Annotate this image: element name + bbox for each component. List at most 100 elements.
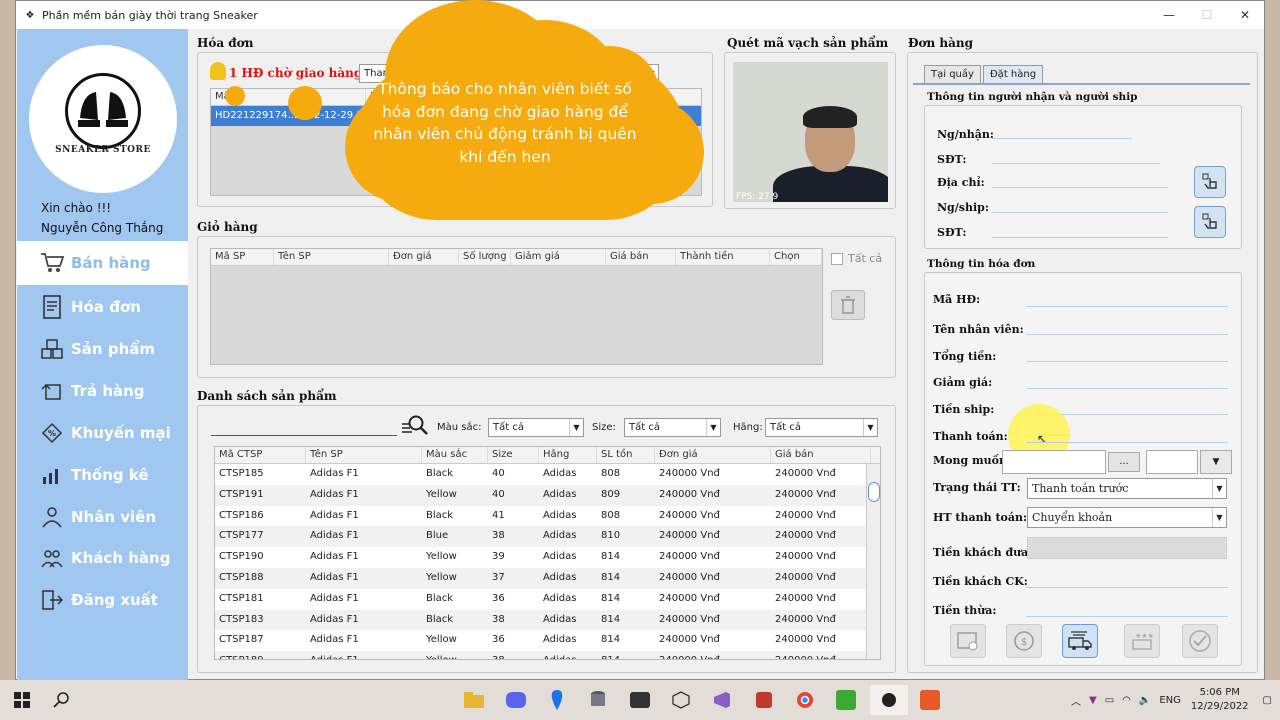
table-row[interactable]: CTSP191 Adidas F1 Yellow 40 Adidas 809 240000 …	[215, 484, 880, 506]
nav-nhan-vien[interactable]: Nhân viên	[17, 495, 188, 539]
table-cell: 240000 Vnđ	[775, 592, 836, 604]
table-cell: 240000 Vnđ	[775, 509, 836, 521]
minimize-button[interactable]: —	[1150, 1, 1188, 29]
col-header[interactable]: Tên SP	[306, 447, 422, 463]
choose-receiver-button[interactable]	[1194, 166, 1226, 198]
nav-label: Sản phẩm	[71, 340, 155, 358]
maximize-button[interactable]: ☐	[1188, 1, 1226, 29]
col-header[interactable]: Giá bán	[771, 447, 871, 463]
database-icon[interactable]	[586, 688, 610, 712]
close-button[interactable]: ✕	[1226, 1, 1264, 29]
chevron-down-icon: ▼	[1212, 479, 1226, 498]
payment-method-combo[interactable]: Chuyển khoản ▼	[1027, 507, 1227, 528]
nav-dang-xuat[interactable]: Đăng xuất	[17, 578, 188, 622]
camtasia-orange-icon[interactable]	[918, 688, 942, 712]
choose-shipper-button[interactable]	[1194, 206, 1226, 238]
tab-tai-quay[interactable]: Tại quầy	[924, 65, 981, 83]
table-row[interactable]: CTSP181 Adidas F1 Black 36 Adidas 814 240000 V…	[215, 589, 880, 610]
table-row[interactable]: CTSP183 Adidas F1 Black 38 Adidas 814 240000 V…	[215, 609, 880, 631]
nav-tra-hang[interactable]: Trả hàng	[17, 369, 188, 413]
file-explorer-icon[interactable]	[462, 688, 486, 712]
terminal-icon[interactable]	[628, 688, 652, 712]
col-header[interactable]: Đơn giá	[655, 447, 771, 463]
table-cell: 240000 Vnđ	[775, 488, 836, 500]
waiting-orders-label[interactable]: 1 HĐ chờ giao hàng	[229, 66, 362, 80]
table-cell: 240000 Vnđ	[659, 509, 720, 521]
volume-icon[interactable]: 🔈	[1139, 695, 1151, 706]
print-invoice-button[interactable]	[950, 624, 986, 658]
delivery-button[interactable]	[1062, 624, 1098, 658]
table-row[interactable]: CTSP185 Adidas F1 Black 40 Adidas 808 240000 V…	[215, 464, 880, 485]
address-field[interactable]	[992, 187, 1168, 188]
table-row[interactable]: CTSP187 Adidas F1 Yellow 36 Adidas 814 240000 …	[215, 630, 880, 651]
discord-icon[interactable]	[504, 688, 528, 712]
chrome-icon[interactable]	[793, 688, 817, 712]
vpn-icon[interactable]: ▼	[1089, 695, 1097, 706]
table-cell: Adidas	[539, 651, 597, 659]
nav-san-pham[interactable]: Sản phẩm	[17, 327, 188, 371]
app-red-icon[interactable]	[752, 688, 776, 712]
wish-date-picker-button[interactable]: ...	[1108, 452, 1140, 472]
table-row[interactable]: CTSP177 Adidas F1 Blue 38 Adidas 810 240000 Vn…	[215, 526, 880, 548]
chevron-down-icon[interactable]: ▼	[1200, 450, 1232, 474]
notification-icon[interactable]: ▢	[1263, 695, 1272, 706]
cube-icon[interactable]	[669, 688, 693, 712]
receiver-name-field[interactable]	[992, 138, 1132, 139]
clock[interactable]: 5:06 PM 12/29/2022	[1191, 686, 1249, 714]
app-icon: ❖	[25, 9, 35, 21]
brand-filter-label: Hãng:	[733, 422, 763, 433]
select-all-checkbox[interactable]: Tất cả	[831, 252, 882, 265]
camtasia-green-icon[interactable]	[834, 688, 858, 712]
confirm-button[interactable]	[1182, 624, 1218, 658]
col-header[interactable]: SL tồn	[597, 447, 655, 463]
table-cell: CTSP185	[219, 468, 264, 479]
receiver-phone-field[interactable]	[992, 163, 1160, 164]
size-filter-combo[interactable]: Tất cả ▼	[624, 418, 721, 437]
table-cell: 814	[601, 551, 621, 563]
search-icon[interactable]	[400, 414, 428, 441]
brand-filter-combo[interactable]: Tất cả ▼	[765, 418, 878, 437]
table-row[interactable]: CTSP186 Adidas F1 Black 41 Adidas 808 240000 V…	[215, 506, 880, 527]
language-indicator[interactable]: ENG	[1159, 695, 1181, 706]
col-header[interactable]: Size	[488, 447, 539, 463]
refresh-button[interactable]: $	[1006, 624, 1042, 658]
col-header[interactable]: Mã CTSP	[215, 447, 306, 463]
table-cell: 40	[492, 488, 505, 500]
battery-icon[interactable]: ▭	[1105, 695, 1114, 706]
cart-title: Giỏ hàng	[197, 220, 258, 234]
table-row[interactable]: CTSP189Adidas F1Yellow38Adidas814240000 …	[215, 651, 880, 659]
payment-status-combo[interactable]: Thanh toán trước ▼	[1027, 478, 1227, 499]
product-table-scrollbar[interactable]	[866, 464, 880, 659]
nav-label: Hóa đơn	[71, 298, 141, 316]
nav-thong-ke[interactable]: Thống kê	[17, 453, 188, 497]
rating-button[interactable]: ★★★	[1124, 624, 1160, 658]
nav-hoa-don[interactable]: Hóa đơn	[17, 285, 188, 329]
nav-khach-hang[interactable]: Khách hàng	[17, 536, 188, 580]
wifi-icon[interactable]: ◠	[1122, 695, 1131, 706]
tab-dat-hang[interactable]: Đặt hàng	[982, 65, 1044, 83]
table-cell: 814	[601, 571, 621, 583]
table-row[interactable]: CTSP188 Adidas F1 Yellow 37 Adidas 814 240000 …	[215, 567, 880, 589]
visual-studio-icon[interactable]	[710, 688, 734, 712]
delete-cart-button[interactable]	[831, 290, 865, 320]
maps-icon[interactable]	[545, 688, 569, 712]
table-row[interactable]: CTSP190 Adidas F1 Yellow 39 Adidas 814 240000 …	[215, 547, 880, 568]
shipper-phone-field[interactable]	[992, 237, 1168, 238]
java-app-icon[interactable]	[870, 685, 908, 715]
cart-icon	[39, 250, 65, 276]
search-icon[interactable]	[50, 688, 74, 712]
shipper-name-field[interactable]	[992, 212, 1168, 213]
color-filter-combo[interactable]: Tất cả ▼	[488, 418, 584, 437]
hand-pointer-icon	[1202, 173, 1217, 189]
product-search-input[interactable]	[211, 435, 397, 436]
col-header[interactable]: Hãng	[539, 447, 597, 463]
windows-start-icon[interactable]	[10, 688, 34, 712]
customer-transfer-field[interactable]	[1026, 587, 1228, 588]
nav-ban-hang[interactable]: Bán hàng	[17, 241, 188, 285]
chevron-up-icon[interactable]: ︿	[1071, 693, 1081, 708]
wish-time-field[interactable]	[1146, 450, 1198, 474]
col-header[interactable]: Màu sắc	[422, 447, 488, 463]
nav-khuyen-mai[interactable]: % Khuyến mại	[17, 411, 188, 455]
wish-date-field[interactable]	[1002, 450, 1106, 474]
table-cell: 808	[601, 468, 621, 479]
